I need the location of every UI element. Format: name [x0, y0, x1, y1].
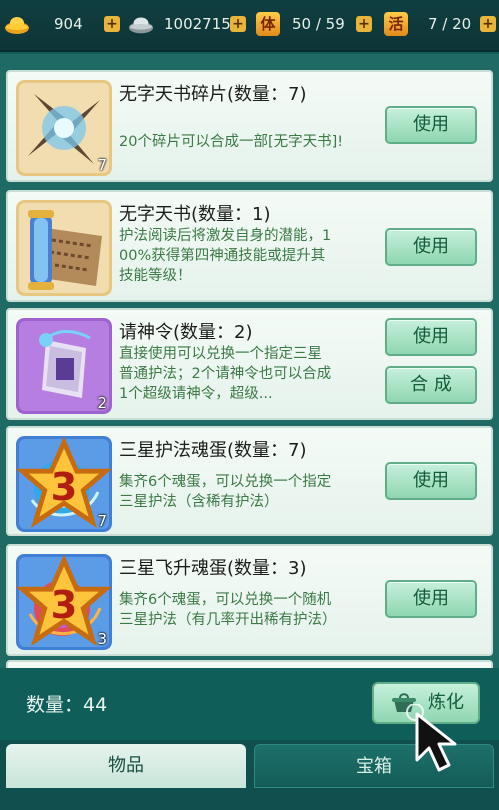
tab-items[interactable]: 物品: [6, 744, 246, 788]
add-stamina-button[interactable]: +: [356, 16, 372, 32]
stamina-icon: 体: [256, 12, 280, 36]
list-item: 3 3 三星飞升魂蛋(数量：3) 集齐6个魂蛋，可以兑换一个随机 三星护法（有几…: [6, 544, 493, 656]
stamina-value: 50 / 59: [292, 15, 345, 33]
item-thumbnail[interactable]: 3 7: [16, 436, 112, 532]
gold-resource: 904: [4, 10, 83, 38]
item-thumbnail[interactable]: 2: [16, 318, 112, 414]
use-button[interactable]: 使用: [385, 106, 477, 144]
combine-button[interactable]: 合 成: [385, 366, 477, 404]
item-title: 无字天书(数量：1): [119, 204, 271, 225]
pointer-cursor-icon: [406, 704, 457, 772]
item-thumbnail[interactable]: 7: [16, 80, 112, 176]
list-item: [6, 660, 493, 668]
stamina-resource: 体 50 / 59: [256, 10, 345, 38]
activity-value: 7 / 20: [428, 15, 472, 33]
silver-value: 1002715: [164, 15, 231, 33]
item-title: 三星飞升魂蛋(数量：3): [119, 558, 307, 579]
use-button[interactable]: 使用: [385, 228, 477, 266]
list-item: 3 7 三星护法魂蛋(数量：7) 集齐6个魂蛋，可以兑换一个指定 三星护法（含稀…: [6, 426, 493, 536]
use-button[interactable]: 使用: [385, 318, 477, 356]
item-count: 2: [97, 394, 107, 412]
item-description: 集齐6个魂蛋，可以兑换一个指定 三星护法（含稀有护法）: [119, 474, 332, 510]
list-item: 2 请神令(数量：2) 直接使用可以兑换一个指定三星 普通护法；2个请神令也可以…: [6, 308, 493, 420]
item-thumbnail[interactable]: [16, 200, 112, 296]
add-silver-button[interactable]: +: [230, 16, 246, 32]
item-count: 7: [97, 156, 107, 174]
use-button[interactable]: 使用: [385, 580, 477, 618]
add-gold-button[interactable]: +: [104, 16, 120, 32]
resource-bar: 904 + 1002715 + 体 50 / 59 + 活 7 / 20 +: [0, 0, 499, 52]
star-rank-label: 3: [51, 465, 78, 510]
silver-ingot-icon: [128, 11, 154, 37]
activity-resource: 活 7 / 20: [384, 10, 471, 38]
gold-ingot-icon: [4, 11, 30, 37]
item-count: 3: [97, 630, 107, 648]
star-rank-label: 3: [51, 583, 78, 628]
add-activity-button[interactable]: +: [480, 16, 496, 32]
item-title: 无字天书碎片(数量：7): [119, 84, 307, 105]
gold-value: 904: [54, 15, 83, 33]
list-item: 7 无字天书碎片(数量：7) 20个碎片可以合成一部[无字天书]! 使用: [6, 70, 493, 182]
item-description: 集齐6个魂蛋，可以兑换一个随机 三星护法（有几率开出稀有护法）: [119, 592, 337, 628]
item-thumbnail[interactable]: 3 3: [16, 554, 112, 650]
item-list[interactable]: 7 无字天书碎片(数量：7) 20个碎片可以合成一部[无字天书]! 使用 无字天…: [0, 54, 499, 668]
total-quantity: 数量：44: [26, 694, 108, 716]
item-description: 护法阅读后将激发自身的潜能，1 00%获得第四神通技能或提升其 技能等级！: [119, 228, 332, 284]
activity-icon: 活: [384, 12, 408, 36]
book-scroll-icon: [16, 200, 112, 296]
item-title: 请神令(数量：2): [119, 322, 253, 343]
use-button[interactable]: 使用: [385, 462, 477, 500]
list-item: 无字天书(数量：1) 护法阅读后将激发自身的潜能，1 00%获得第四神通技能或提…: [6, 190, 493, 302]
item-count: 7: [97, 512, 107, 530]
silver-resource: 1002715: [128, 10, 231, 38]
item-title: 三星护法魂蛋(数量：7): [119, 440, 307, 461]
item-description: 直接使用可以兑换一个指定三星 普通护法；2个请神令也可以合成 1个超级请神令，超…: [119, 346, 332, 402]
item-description: 20个碎片可以合成一部[无字天书]!: [119, 134, 344, 150]
